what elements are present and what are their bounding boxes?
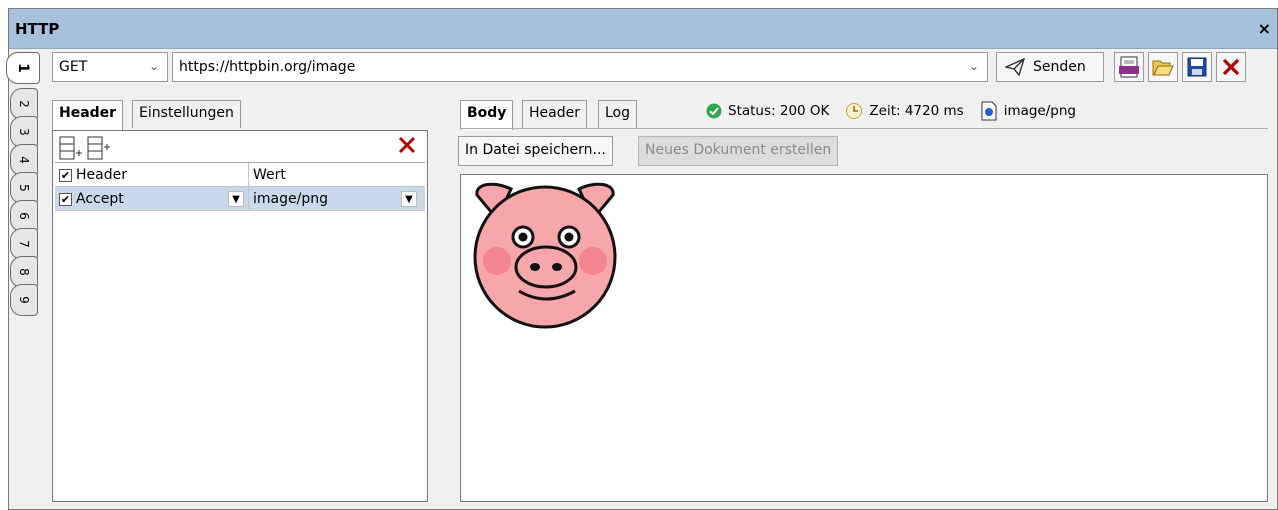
- request-tab-1[interactable]: 1: [6, 52, 40, 84]
- content-type-text: image/png: [1003, 103, 1076, 119]
- row-header-dropdown-icon[interactable]: ▼: [228, 191, 244, 207]
- save-disk-icon: [1187, 57, 1207, 77]
- method-select[interactable]: GET ⌄: [52, 52, 168, 82]
- tab-einstellungen[interactable]: Einstellungen: [132, 100, 241, 128]
- row-header-value[interactable]: image/png: [253, 191, 328, 207]
- send-icon: [1005, 58, 1025, 76]
- divider: [460, 128, 1268, 129]
- time-text: Zeit: 4720 ms: [869, 103, 964, 119]
- url-input[interactable]: https://httpbin.org/image ⌄: [172, 52, 988, 82]
- cancel-button[interactable]: [1216, 52, 1246, 82]
- header-toolbar: [55, 133, 425, 163]
- save-button[interactable]: [1182, 52, 1212, 82]
- status-text: Status: 200 OK: [728, 103, 830, 119]
- row-checkbox[interactable]: ✔: [59, 192, 72, 206]
- close-icon: [1222, 58, 1240, 76]
- column-header-value: Wert: [253, 167, 286, 183]
- folder-open-icon: [1152, 60, 1174, 76]
- new-document-button[interactable]: Neues Dokument erstellen: [638, 136, 839, 166]
- title-bar: HTTP ×: [9, 9, 1277, 49]
- append-row-icon: [59, 136, 82, 160]
- url-value: https://httpbin.org/image: [179, 59, 356, 75]
- tab-response-header[interactable]: Header: [522, 100, 587, 128]
- column-header-name: Header: [76, 167, 127, 183]
- row-header-name[interactable]: Accept: [76, 191, 124, 207]
- method-value: GET: [59, 59, 88, 75]
- url-dropdown-icon[interactable]: ⌄: [969, 59, 979, 73]
- insert-row-button[interactable]: [85, 135, 111, 161]
- append-row-button[interactable]: [57, 135, 83, 161]
- grid-header-row: ✔ Header Wert: [55, 163, 425, 187]
- select-all-checkbox[interactable]: ✔: [59, 168, 72, 182]
- pig-image: [473, 182, 617, 329]
- send-label: Senden: [1033, 59, 1086, 75]
- save-to-file-button[interactable]: In Datei speichern...: [458, 136, 613, 166]
- close-window-button[interactable]: ×: [1258, 19, 1271, 38]
- wsdl-icon: [1119, 56, 1139, 78]
- clock-icon: [846, 103, 863, 119]
- tab-body[interactable]: Body: [460, 100, 514, 130]
- status-ok-icon: [706, 103, 722, 119]
- delete-icon: [398, 136, 416, 154]
- request-tab-9[interactable]: 9: [10, 284, 38, 316]
- delete-row-button[interactable]: [397, 135, 417, 161]
- open-button[interactable]: [1148, 52, 1178, 82]
- request-tabs: 1 2 3 4 5 6 7 8 9: [4, 52, 44, 502]
- header-grid: ✔ Header Wert ✔ Accept ▼ image/png ▼: [55, 163, 425, 211]
- header-panel: ✔ Header Wert ✔ Accept ▼ image/png ▼: [52, 130, 428, 502]
- wsdl-button[interactable]: [1114, 52, 1144, 82]
- response-body: [460, 174, 1268, 502]
- table-row[interactable]: ✔ Accept ▼ image/png ▼: [55, 187, 425, 211]
- send-button[interactable]: Senden: [996, 52, 1104, 82]
- insert-row-icon: [87, 136, 110, 160]
- chevron-down-icon: ⌄: [148, 59, 159, 73]
- tab-header[interactable]: Header: [52, 100, 124, 130]
- document-icon: [981, 101, 997, 121]
- tab-log[interactable]: Log: [598, 100, 638, 128]
- response-status: Status: 200 OK Zeit: 4720 ms image/png: [706, 100, 1076, 122]
- window-title: HTTP: [15, 20, 60, 38]
- row-value-dropdown-icon[interactable]: ▼: [401, 191, 417, 207]
